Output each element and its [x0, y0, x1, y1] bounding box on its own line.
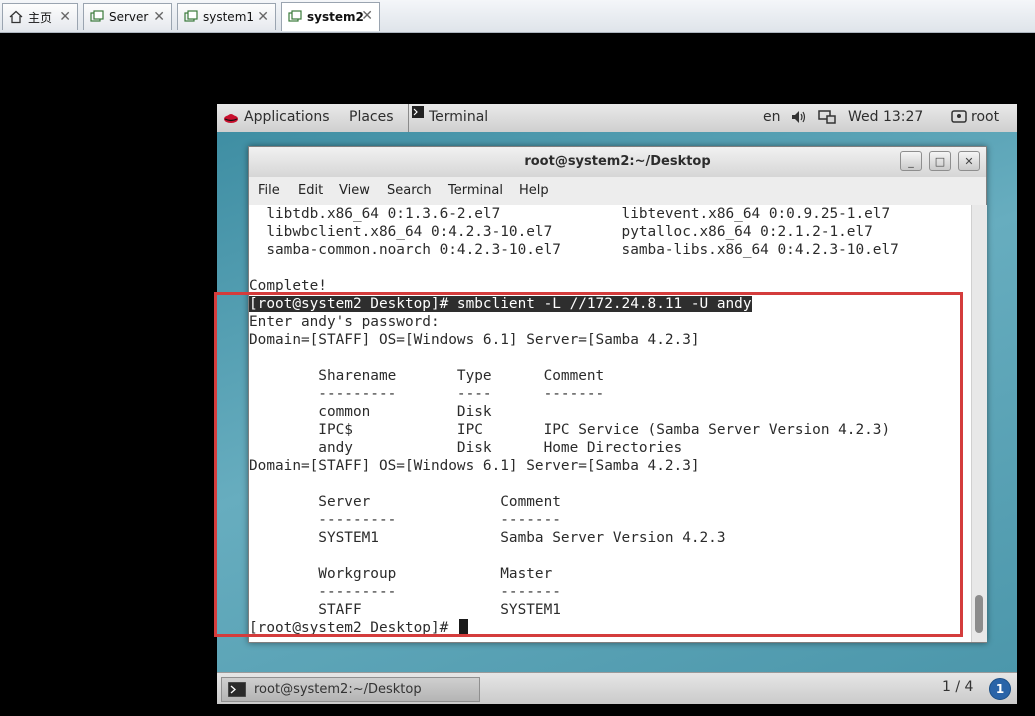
taskbar-item-terminal[interactable]: root@system2:~/Desktop — [221, 677, 480, 702]
terminal-prompt-line: [root@system2 Desktop]# — [249, 619, 468, 637]
terminal-line: --------- ------- — [249, 512, 561, 528]
tab-system1[interactable]: system1 ✕ — [177, 3, 276, 30]
menu-bar: File Edit View Search Terminal Help — [249, 177, 986, 206]
terminal-line: --------- ------- — [249, 584, 561, 600]
user-icon — [951, 110, 967, 123]
places-menu[interactable]: Places — [349, 109, 394, 125]
close-icon[interactable]: ✕ — [153, 9, 165, 25]
terminal-line: Domain=[STAFF] OS=[Windows 6.1] Server=[… — [249, 332, 700, 348]
terminal-line: STAFF SYSTEM1 — [249, 602, 561, 618]
menu-search[interactable]: Search — [387, 183, 432, 198]
user-menu[interactable]: root — [971, 109, 999, 125]
gnome-top-bar: Applications Places Terminal en Wed 13:2… — [217, 104, 1017, 133]
window-titlebar[interactable]: root@system2:~/Desktop — [249, 147, 986, 177]
scrollbar[interactable] — [971, 205, 987, 642]
terminal-line: Server Comment — [249, 494, 561, 510]
tab-server[interactable]: Server ✕ — [83, 3, 172, 30]
terminal-line: common Disk — [249, 404, 492, 420]
notification-badge[interactable]: 1 — [989, 678, 1011, 700]
vm-icon — [90, 10, 104, 22]
vm-icon — [288, 10, 302, 22]
terminal-line: libwbclient.x86_64 0:4.2.3-10.el7 pytall… — [249, 224, 873, 240]
taskbar-item-label: root@system2:~/Desktop — [254, 682, 422, 697]
maximize-button[interactable]: □ — [929, 151, 951, 171]
menu-file[interactable]: File — [258, 183, 280, 198]
close-button[interactable]: ✕ — [958, 151, 980, 171]
terminal-app-icon — [412, 106, 424, 118]
tab-label: 主页 — [28, 10, 53, 25]
close-icon[interactable]: ✕ — [257, 9, 269, 25]
terminal-line: IPC$ IPC IPC Service (Samba Server Versi… — [249, 422, 891, 438]
home-icon — [9, 10, 23, 24]
terminal-line: libtdb.x86_64 0:1.3.6-2.el7 libtevent.x8… — [249, 206, 891, 222]
tab-system2[interactable]: system2 ✕ — [281, 2, 380, 31]
terminal-line: [root@system2 Desktop]# smbclient -L //1… — [249, 295, 752, 313]
menu-help[interactable]: Help — [519, 183, 549, 198]
applications-menu[interactable]: Applications — [244, 109, 330, 125]
text-cursor — [458, 619, 468, 635]
redhat-logo-icon — [224, 114, 238, 123]
vm-tab-bar: 主页 ✕ Server ✕ system1 ✕ system2 ✕ — [0, 0, 1035, 33]
window-title: root@system2:~/Desktop — [524, 154, 711, 169]
close-icon[interactable]: ✕ — [361, 8, 373, 24]
tab-label: Server — [109, 10, 149, 24]
vm-icon — [184, 10, 198, 22]
divider — [408, 104, 409, 132]
terminal-line: Domain=[STAFF] OS=[Windows 6.1] Server=[… — [249, 458, 700, 474]
menu-edit[interactable]: Edit — [298, 183, 323, 198]
vm-screen: Applications Places Terminal en Wed 13:2… — [217, 104, 1017, 704]
terminal-line: SYSTEM1 Samba Server Version 4.2.3 — [249, 530, 726, 546]
terminal-line: samba-common.noarch 0:4.2.3-10.el7 samba… — [249, 242, 899, 258]
terminal-icon — [228, 682, 246, 697]
active-window-title[interactable]: Terminal — [429, 109, 488, 125]
tab-label: system1 — [203, 10, 255, 24]
tab-label: system2 — [307, 10, 364, 24]
bottom-panel: root@system2:~/Desktop 1 / 4 1 — [217, 672, 1017, 704]
menu-terminal[interactable]: Terminal — [448, 183, 503, 198]
terminal-line: Sharename Type Comment — [249, 368, 605, 384]
tab-home[interactable]: 主页 ✕ — [2, 3, 78, 30]
workspace-indicator[interactable]: 1 / 4 — [942, 679, 973, 695]
close-icon[interactable]: ✕ — [59, 9, 71, 25]
volume-icon[interactable] — [791, 110, 807, 124]
language-indicator[interactable]: en — [763, 109, 781, 125]
terminal-line: andy Disk Home Directories — [249, 440, 683, 456]
highlighted-command: [root@system2 Desktop]# smbclient -L //1… — [249, 296, 752, 312]
scrollbar-thumb[interactable] — [975, 595, 983, 633]
menu-view[interactable]: View — [339, 183, 370, 198]
terminal-output[interactable]: libtdb.x86_64 0:1.3.6-2.el7 libtevent.x8… — [249, 205, 971, 642]
terminal-line: Enter andy's password: — [249, 314, 440, 330]
shell-prompt: [root@system2 Desktop]# — [249, 620, 457, 636]
clock[interactable]: Wed 13:27 — [848, 109, 923, 125]
terminal-line: Complete! — [249, 278, 327, 294]
network-icon[interactable] — [818, 110, 836, 125]
terminal-window: root@system2:~/Desktop _ □ ✕ File Edit V… — [248, 146, 987, 643]
terminal-line: --------- ---- ------- — [249, 386, 605, 402]
minimize-button[interactable]: _ — [900, 151, 922, 171]
terminal-line: Workgroup Master — [249, 566, 553, 582]
